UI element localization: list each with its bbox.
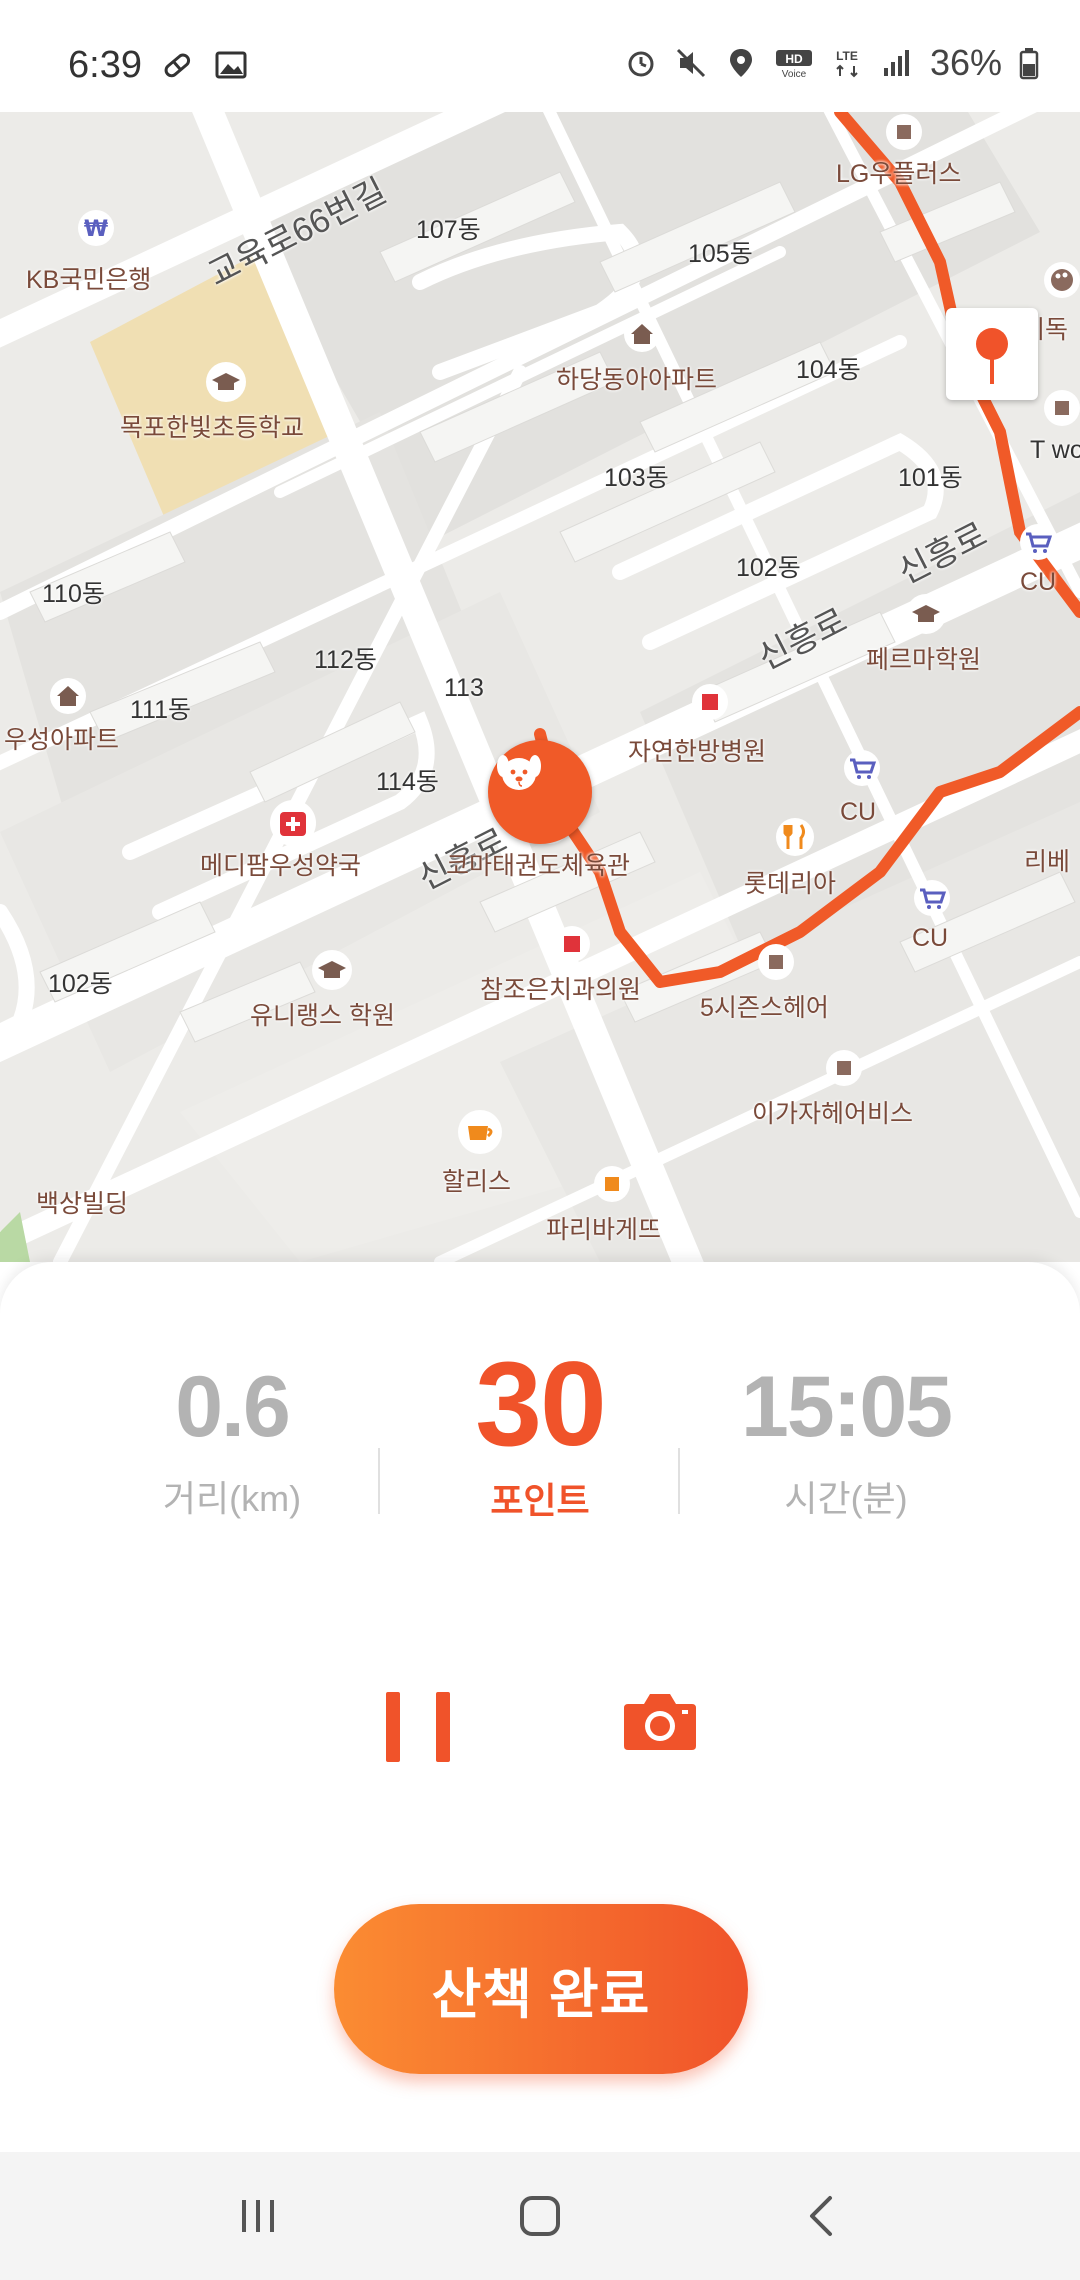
school-icon[interactable] [204, 360, 248, 404]
shop-icon[interactable] [756, 942, 796, 982]
lte-icon: LTE [836, 49, 858, 78]
mute-icon [676, 48, 705, 78]
hd-voice-icon: HD Voice [775, 50, 812, 80]
map-pin-button[interactable] [946, 308, 1038, 400]
map-label-101: 101동 [898, 464, 963, 492]
svg-text:HD: HD [785, 52, 803, 66]
location-icon [729, 49, 752, 77]
map-label-paris[interactable]: 파리바게뜨 [546, 1210, 661, 1246]
map-label-loteria[interactable]: 롯데리아 [744, 864, 836, 900]
distance-value: 0.6 [175, 1359, 291, 1455]
pharmacy-icon[interactable] [268, 798, 318, 848]
map-label-baeksang[interactable]: 백상빌딩 [36, 1184, 128, 1220]
map-label-cu1[interactable]: CU [1020, 568, 1056, 597]
svg-text:LTE: LTE [836, 49, 858, 63]
finish-walk-button[interactable]: 산책 완료 [334, 1904, 748, 2074]
map-label-hollys[interactable]: 할리스 [442, 1162, 511, 1198]
hospital-icon[interactable] [552, 924, 592, 964]
map-label-dental[interactable]: 참조은치과의원 [480, 970, 641, 1006]
art-icon[interactable] [1042, 260, 1080, 300]
time-label: 시간(분) [784, 1478, 908, 1519]
map-label-pharmacy[interactable]: 메디팜우성약국 [200, 846, 361, 882]
signal-icon [883, 50, 909, 76]
back-button[interactable] [782, 2186, 862, 2246]
battery-icon [1019, 48, 1039, 80]
apartment-icon[interactable] [622, 314, 662, 354]
walk-panel: 0.6 거리(km) 30 포인트 15:05 시간(분) 산책 완료 [0, 1262, 1080, 2152]
map-label-111: 111동 [130, 696, 192, 724]
status-time: 6:39 [68, 44, 142, 86]
time-value: 15:05 [741, 1359, 953, 1455]
apartment-icon[interactable] [48, 676, 88, 716]
map-label-103: 103동 [604, 464, 669, 492]
battery-percent: 36% [929, 42, 1002, 83]
system-nav-bar [0, 2152, 1080, 2280]
points-value: 30 [475, 1337, 606, 1471]
camera-button[interactable] [620, 1682, 700, 1762]
map-label-kb-bank[interactable]: KB국민은행 [26, 260, 151, 296]
stat-time: 15:05 시간(분) [696, 1352, 996, 1522]
map-label-cu3[interactable]: CU [912, 924, 948, 953]
map-label-113: 113 [444, 674, 484, 702]
stat-points: 30 포인트 [390, 1344, 690, 1524]
map-label-taekwondo[interactable]: 코마태권도체육관 [446, 846, 630, 882]
pause-button[interactable] [370, 1672, 470, 1772]
school-icon[interactable] [310, 948, 354, 992]
alarm-icon [628, 51, 654, 77]
store-icon[interactable] [842, 748, 882, 788]
map-canvas [0, 112, 1080, 1262]
stat-divider [378, 1448, 380, 1514]
school-icon[interactable] [904, 592, 948, 636]
bank-icon[interactable]: ₩ [76, 208, 116, 248]
map-label-hair-5[interactable]: 5시즌스헤어 [700, 988, 829, 1024]
map-label-hairbis[interactable]: 이가자헤어비스 [752, 1094, 913, 1130]
restaurant-icon[interactable] [774, 816, 816, 858]
status-bar: 6:39 HD Voice LTE 36% [0, 0, 1080, 112]
svg-text:Voice: Voice [782, 69, 807, 80]
bakery-icon[interactable] [592, 1164, 632, 1204]
hospital-icon[interactable] [690, 682, 730, 722]
shop-icon[interactable] [824, 1048, 864, 1088]
shop-icon[interactable] [1042, 388, 1080, 428]
map-label-104: 104동 [796, 356, 861, 384]
map-label-102a: 102동 [736, 554, 801, 582]
recent-apps-icon [242, 2200, 274, 2232]
image-icon [215, 51, 247, 79]
walk-map[interactable]: KB국민은행 교육로66번길 107동 105동 LG우플러스 하당동아아파트 … [0, 112, 1080, 1262]
distance-label: 거리(km) [162, 1478, 302, 1519]
map-label-t-wor: T wor [1030, 436, 1080, 464]
map-label-cu2[interactable]: CU [840, 798, 876, 827]
map-label-ribe[interactable]: 리베 [1024, 842, 1070, 878]
back-icon [810, 2196, 832, 2236]
recent-apps-button[interactable] [218, 2186, 298, 2246]
map-label-hospital[interactable]: 자연한방병원 [628, 732, 766, 768]
map-label-107: 107동 [416, 216, 481, 244]
map-label-102b: 102동 [48, 970, 113, 998]
shop-icon[interactable] [884, 112, 924, 152]
map-label-school[interactable]: 목포한빛초등학교 [120, 408, 304, 444]
cafe-icon[interactable] [456, 1108, 504, 1156]
map-label-105: 105동 [688, 240, 753, 268]
map-label-useong-apt[interactable]: 우성아파트 [4, 720, 119, 756]
map-pin-icon [976, 328, 1008, 384]
dog-icon [497, 755, 541, 790]
map-label-110: 110동 [42, 580, 105, 608]
home-icon [520, 2196, 560, 2236]
store-icon[interactable] [912, 878, 952, 918]
map-label-114: 114동 [376, 768, 439, 796]
dog-location-marker[interactable] [488, 740, 592, 844]
camera-icon [624, 1694, 696, 1750]
points-label: 포인트 [490, 1480, 590, 1521]
home-button[interactable] [500, 2186, 580, 2246]
svg-text:₩: ₩ [84, 217, 108, 242]
map-label-hadang-apt[interactable]: 하당동아아파트 [556, 360, 717, 396]
store-icon[interactable] [1018, 522, 1058, 562]
map-label-lg-plaza[interactable]: LG우플러스 [836, 154, 961, 190]
pill-icon [164, 53, 191, 78]
map-label-university[interactable]: 유니랭스 학원 [250, 996, 395, 1032]
map-label-112: 112동 [314, 646, 377, 674]
stat-divider [678, 1448, 680, 1514]
map-label-perma[interactable]: 페르마학원 [866, 640, 981, 676]
stat-distance: 0.6 거리(km) [82, 1352, 382, 1522]
